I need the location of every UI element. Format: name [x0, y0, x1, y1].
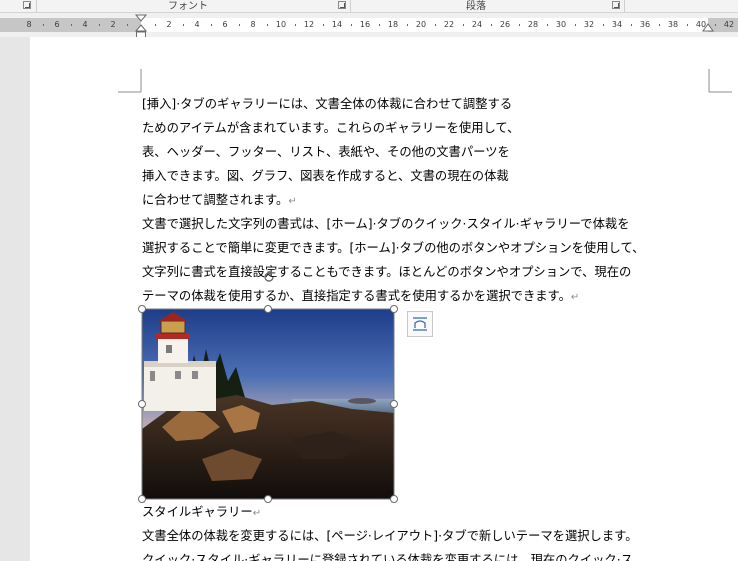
ruler-number: 6 [54, 20, 60, 29]
layout-options-icon [413, 317, 427, 331]
ruler-tick [183, 24, 184, 26]
group-separator [350, 0, 351, 12]
ruler-number: 12 [303, 20, 315, 29]
ruler-number: 8 [250, 20, 256, 29]
ruler-number: 22 [443, 20, 455, 29]
text-line[interactable]: に合わせて調整されます。↵ [142, 188, 297, 214]
resize-handle-top[interactable] [264, 305, 272, 313]
paragraph-mark: ↵ [288, 196, 297, 207]
ruler-tick [71, 24, 72, 26]
horizontal-ruler[interactable]: 8 6 4 2 2 4 6 8 10 12 14 16 18 20 22 24 … [0, 13, 738, 39]
ruler-number: 8 [26, 20, 32, 29]
font-dialog-launcher-icon[interactable] [338, 1, 346, 9]
resize-handle-top-left[interactable] [138, 305, 146, 313]
ruler-number: 16 [359, 20, 371, 29]
ruler-number: 18 [387, 20, 399, 29]
font-group-label: フォント [168, 1, 208, 12]
resize-handle-bottom-right[interactable] [390, 495, 398, 503]
ruler-number: 38 [667, 20, 679, 29]
ruler-tick [687, 24, 688, 26]
ruler-tick [547, 24, 548, 26]
paragraph-dialog-launcher-icon[interactable] [612, 1, 620, 9]
layout-options-button[interactable] [407, 311, 433, 337]
ruler-tick [715, 24, 716, 26]
crop-mark-top-left [118, 69, 142, 93]
ruler-number: 34 [611, 20, 623, 29]
style-gallery-heading[interactable]: スタイルギャラリー↵ [142, 500, 261, 526]
crop-mark-top-right [708, 69, 732, 93]
text-line[interactable]: クイック·スタイル·ギャラリーに登録されている体裁を変更するには、現在のクイック… [142, 548, 633, 561]
ruler-number: 30 [555, 20, 567, 29]
ruler-number: 42 [723, 20, 735, 29]
ruler-tick [659, 24, 660, 26]
group-separator [624, 0, 625, 12]
ruler-tick [99, 24, 100, 26]
ruler-tick [603, 24, 604, 26]
ruler-tick [463, 24, 464, 26]
text-line-content: に合わせて調整されます。 [142, 193, 289, 207]
ruler-tick [43, 24, 44, 26]
paragraph-mark: ↵ [570, 292, 580, 303]
ruler-tick [211, 24, 212, 26]
ruler-tick [379, 24, 380, 26]
ruler-tick [631, 24, 632, 26]
ruler-number: 14 [331, 20, 343, 29]
text-line[interactable]: 文書全体の体裁を変更するには、[ページ·レイアウト]·タブで新しいテーマを選択し… [142, 524, 638, 548]
first-line-indent-icon[interactable] [135, 13, 147, 39]
text-line[interactable]: 挿入できます。図、グラフ、図表を作成すると、文書の現在の体裁 [142, 164, 509, 188]
ruler-number: 28 [527, 20, 539, 29]
ruler-number: 2 [110, 20, 116, 29]
text-line-content: テーマの体裁を使用するか、直接指定する書式を使用するかを選択できます。 [142, 289, 571, 303]
ruler-number: 24 [471, 20, 483, 29]
paragraph-group-label: 段落 [466, 1, 486, 12]
ruler-tick [267, 24, 268, 26]
rotate-handle-icon[interactable] [262, 270, 276, 284]
ruler-number: 32 [583, 20, 595, 29]
paragraph-mark: ↵ [252, 508, 262, 519]
resize-handle-left[interactable] [138, 400, 146, 408]
ruler-number: 26 [499, 20, 511, 29]
ruler-tick [519, 24, 520, 26]
ruler-number: 6 [222, 20, 228, 29]
text-line[interactable]: 表、ヘッダー、フッター、リスト、表紙や、その他の文書パーツを [142, 140, 510, 164]
document-page[interactable]: [挿入]·タブのギャラリーには、文書全体の体裁に合わせて調整する ためのアイテム… [30, 37, 738, 561]
ruler-number: 10 [275, 20, 287, 29]
text-line[interactable]: 文字列に書式を直接設定することもできます。ほとんどのボタンやオプションで、現在の [142, 260, 631, 284]
resize-handle-right[interactable] [390, 400, 398, 408]
ruler-tick [295, 24, 296, 26]
ruler-tick [323, 24, 324, 26]
text-line[interactable]: 文書で選択した文字列の書式は、[ホーム]·タブのクイック·スタイル·ギャラリーで… [142, 212, 630, 236]
text-line[interactable]: ためのアイテムが含まれています。これらのギャラリーを使用して、 [142, 116, 519, 140]
ruler-tick [575, 24, 576, 26]
ruler-tick [155, 24, 156, 26]
ruler-number: 2 [166, 20, 172, 29]
group-separator [36, 0, 37, 12]
ruler-tick [491, 24, 492, 26]
right-indent-icon[interactable] [702, 23, 714, 33]
text-line[interactable]: 選択することで簡単に変更できます。[ホーム]·タブの他のボタンやオプションを使用… [142, 236, 644, 260]
text-line[interactable]: [挿入]·タブのギャラリーには、文書全体の体裁に合わせて調整する [142, 92, 512, 116]
heading-text: スタイルギャラリー [142, 505, 253, 519]
clipboard-dialog-launcher-icon[interactable] [23, 1, 31, 9]
ruler-tick [127, 24, 128, 26]
workspace-gutter [0, 37, 30, 561]
resize-handle-bottom[interactable] [264, 495, 272, 503]
ruler-tick [239, 24, 240, 26]
resize-handle-top-right[interactable] [390, 305, 398, 313]
ruler-number: 4 [82, 20, 88, 29]
ruler-number: 20 [415, 20, 427, 29]
ruler-tick [351, 24, 352, 26]
ruler-number: 4 [194, 20, 200, 29]
ruler-tick [407, 24, 408, 26]
ribbon-group-label-bar: フォント 段落 [0, 0, 738, 13]
ruler-number: 36 [639, 20, 651, 29]
picture-selection-frame [141, 308, 395, 500]
ruler-tick [435, 24, 436, 26]
